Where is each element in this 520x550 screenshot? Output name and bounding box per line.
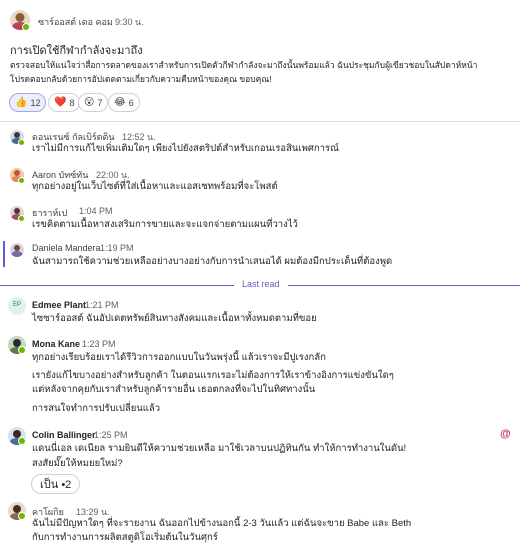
- presence-available-icon: [18, 177, 25, 184]
- message-text: ฉันไม่มีปัญหาใดๆ ที่จะรายงาน ฉันออกไปข้า…: [32, 518, 412, 529]
- reply-text: ทุกอย่างอยู่ในเว็บไซต์ที่ใส่เนื้อหาและแอ…: [32, 181, 278, 192]
- thumbs-up-icon: 👍: [15, 96, 28, 108]
- mention-icon: @: [500, 428, 511, 440]
- message-text: แดนนี่เอล เดเนียล รามยินดีให้ความช่วยเหล…: [32, 443, 407, 454]
- message-text: แต่หลังจากคุยกับเราสำหรับลูกค้ารายอื่น เ…: [32, 384, 316, 395]
- reaction-laugh-button[interactable]: 😂 6: [108, 93, 140, 112]
- avatar-initials: EP: [12, 302, 21, 308]
- message-text: ทุกอย่างเรียบร้อยเราได้รีวิวการออกแบบในว…: [32, 352, 326, 363]
- reaction-chip[interactable]: เป็น •2: [31, 474, 81, 494]
- reaction-count: 6: [128, 97, 134, 108]
- heart-icon: ❤️: [54, 96, 67, 108]
- avatar[interactable]: EP: [8, 297, 26, 315]
- post-body: ตรวจสอบให้แน่ใจว่าสื่อการตลาดของเราสำหรั…: [10, 60, 478, 70]
- reaction-like-button[interactable]: 👍 12: [9, 93, 47, 112]
- post-time: 9:30 น.: [115, 17, 144, 27]
- reaction-count: 7: [97, 97, 103, 108]
- reaction-heart-button[interactable]: ❤️ 8: [48, 93, 81, 112]
- reply-time: 1:19 PM: [100, 243, 134, 253]
- presence-available-icon: [18, 139, 25, 146]
- last-read-label: Last read: [234, 279, 288, 289]
- presence-available-icon: [18, 437, 26, 445]
- unread-indicator: [3, 241, 5, 267]
- message-text: สงสัยมั๊ยให้หมยยใหม่?: [32, 458, 123, 469]
- post-author: ซาร์ออสต์ เดอ คอม: [38, 17, 113, 27]
- reply-text: เรขคิดตามเนื้อหาสงเสริมการขายและจะแจกจ่า…: [32, 219, 298, 230]
- message-text: การสนใจทำการปรับเปลี่ยนแล้ว: [32, 403, 161, 414]
- presence-available-icon: [18, 215, 25, 222]
- presence-available-icon: [22, 23, 30, 31]
- reply-text: ฉันสามารถใช้ความช่วยเหลืออย่างบางอย่างกั…: [32, 256, 393, 267]
- message-author: Mona Kane: [32, 339, 81, 349]
- surprised-face-icon: 😮: [84, 96, 95, 108]
- message-text: เรายังแก้ไขบางอย่างสำหรับลูกค้า ในตอนแรก…: [32, 370, 394, 381]
- reply-text: เราไม่มีการแก้ไขเพิ่มเติมใดๆ เพียงไปยังส…: [32, 143, 339, 154]
- avatar[interactable]: [10, 243, 24, 257]
- divider: [0, 121, 520, 122]
- reply-time: 1:04 PM: [79, 206, 113, 216]
- reaction-surprised-button[interactable]: 😮 7: [78, 93, 109, 112]
- post-body: โปรดตอบกลับด้วยการอัปเดตตามเกี่ยวกับความ…: [10, 74, 272, 84]
- presence-available-icon: [18, 512, 26, 520]
- laughing-face-icon: 😂: [114, 96, 126, 108]
- reply-author: Daniela Mandera: [32, 243, 101, 253]
- message-author: Edmee Plant: [32, 300, 87, 310]
- message-time: 1:23 PM: [82, 339, 116, 349]
- presence-available-icon: [18, 346, 26, 354]
- message-text: ไซซาร์ออสต์ ฉันอัปเดตทรัพย์สินทางสังคมแล…: [32, 313, 317, 324]
- message-text: กับการทำงานการผลิตสตูดิโอเริ่มต้นในวันศุ…: [32, 532, 218, 543]
- message-time: 1:25 PM: [94, 430, 128, 440]
- message-time: 1:21 PM: [85, 300, 119, 310]
- post-title: การเปิดใช้กีฬากำลังจะมาถึง: [10, 45, 143, 57]
- message-author: Colin Ballinger: [32, 430, 96, 440]
- reaction-count: 12: [30, 97, 41, 108]
- reaction-count: 8: [69, 97, 75, 108]
